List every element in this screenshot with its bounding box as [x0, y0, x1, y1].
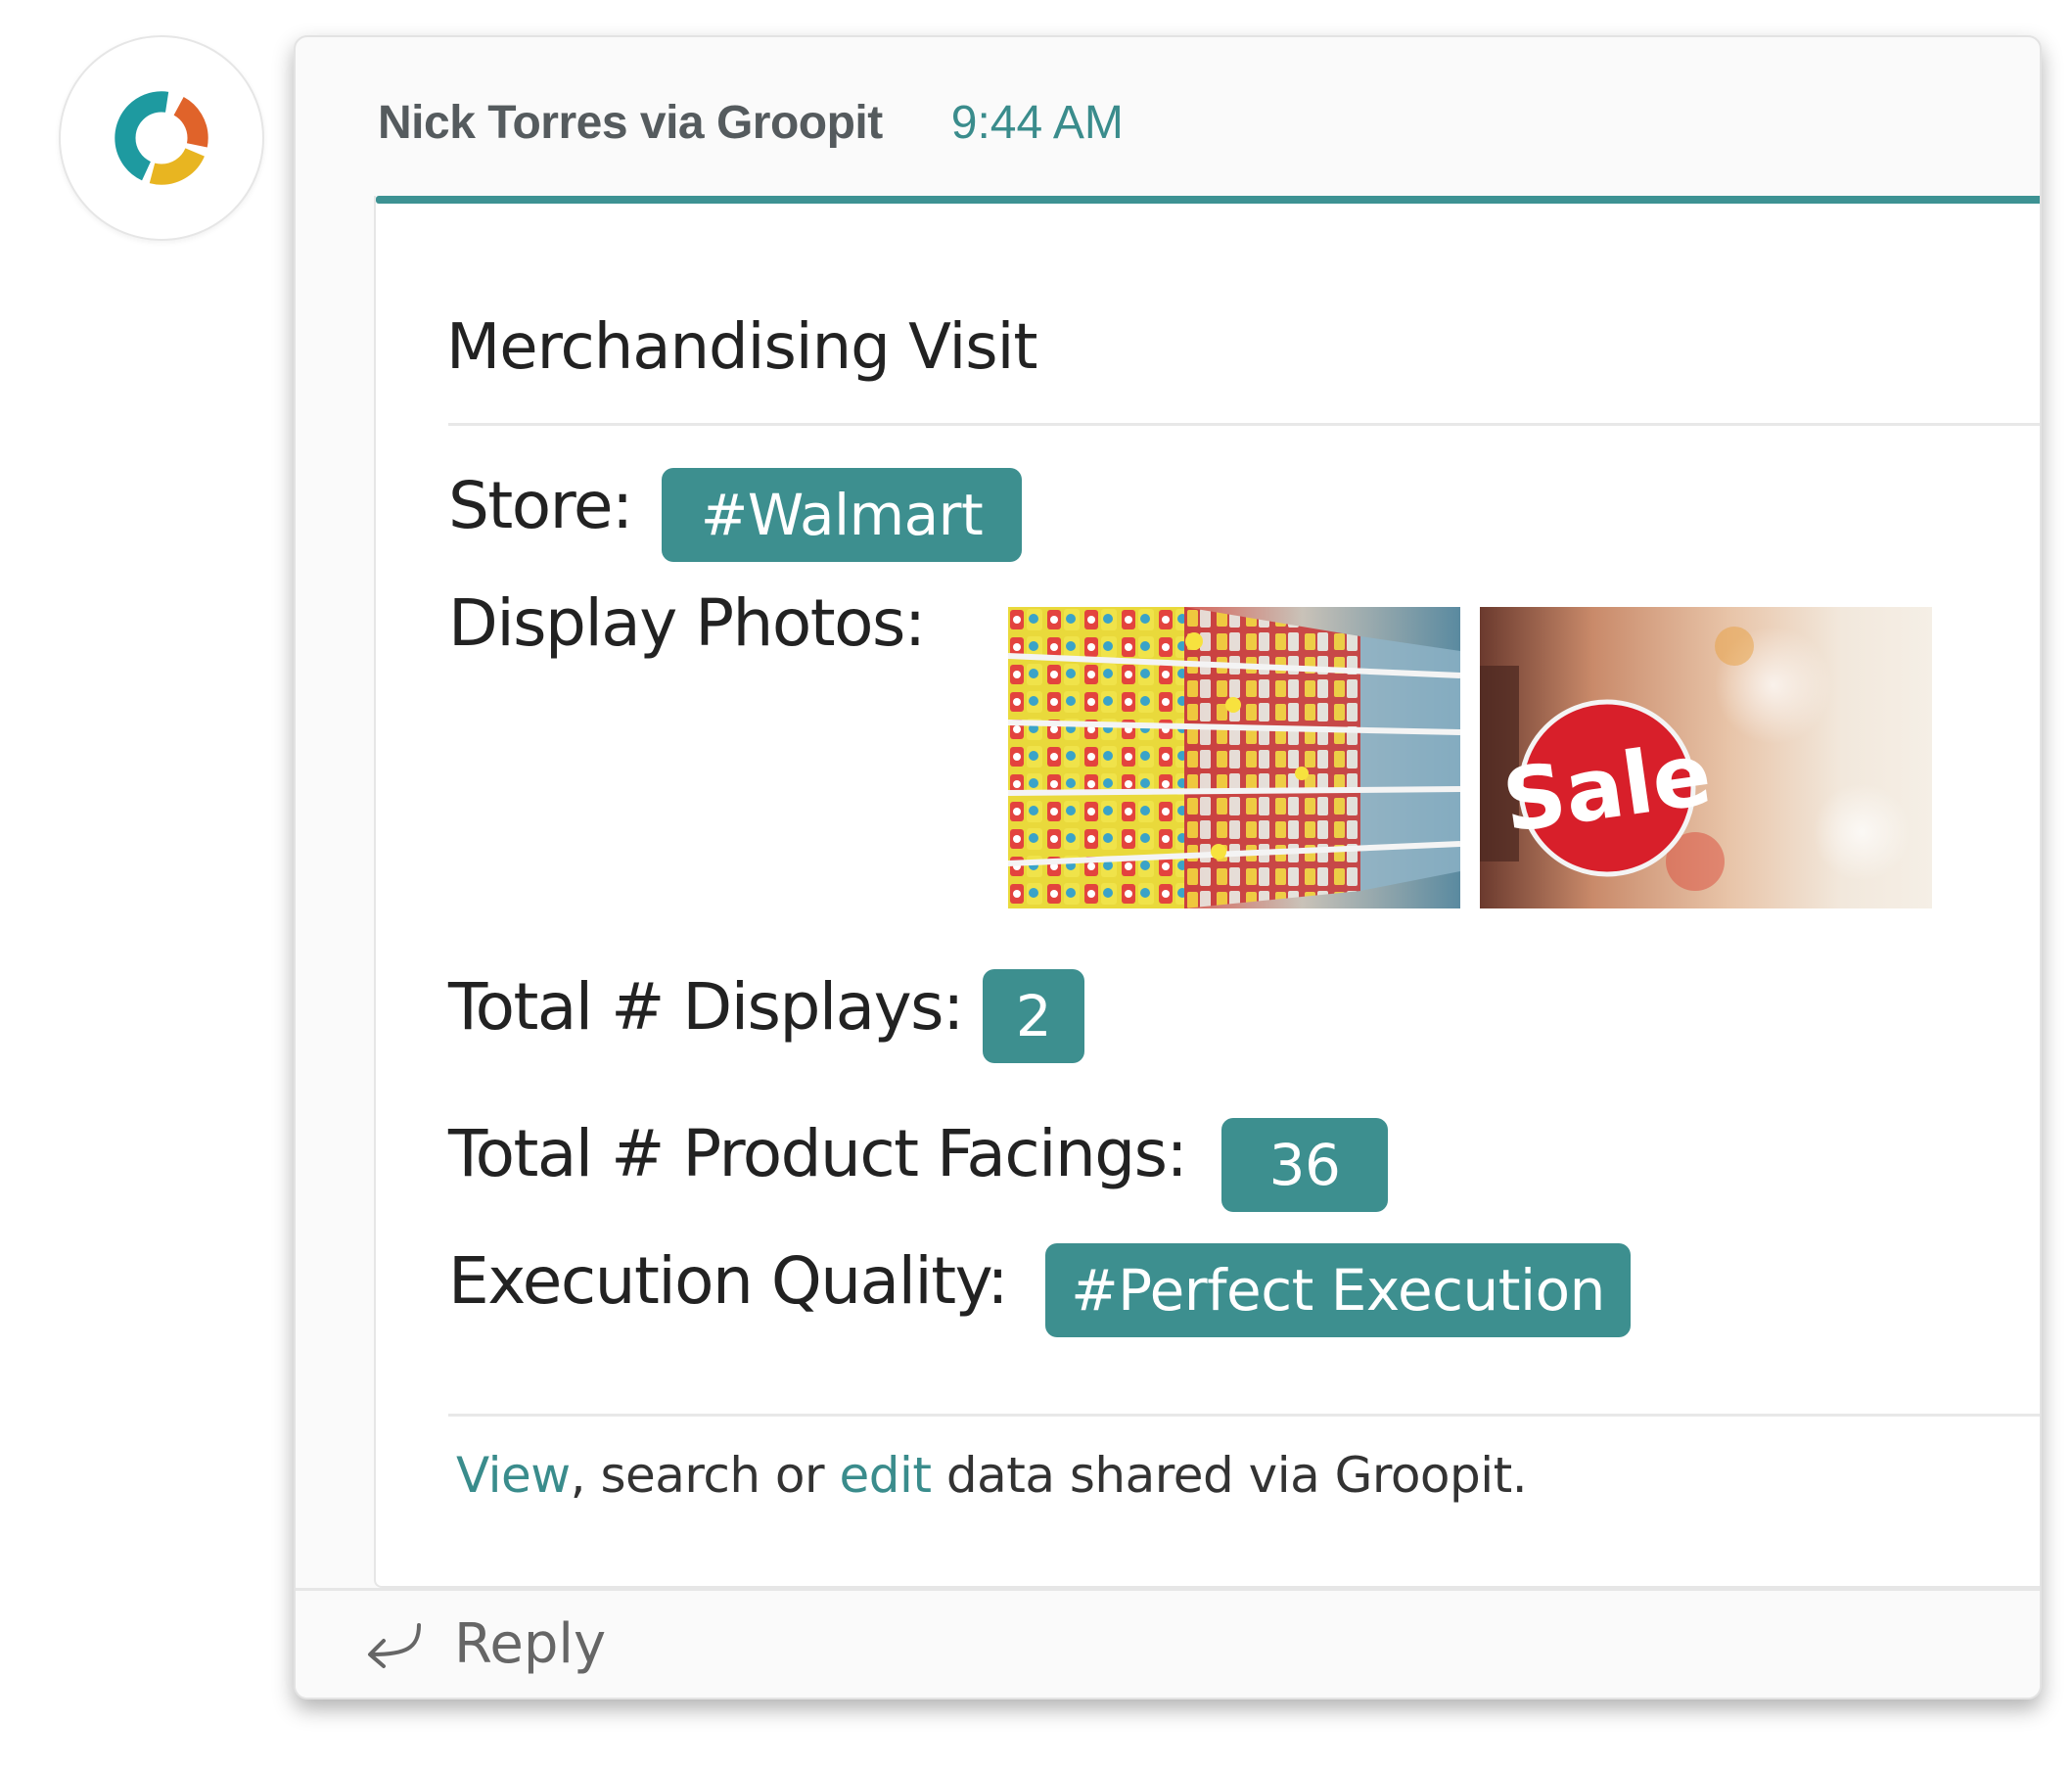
- display-photos-label: Display Photos:: [448, 585, 926, 661]
- execution-quality-label: Execution Quality:: [448, 1243, 1009, 1319]
- stage: Nick Torres via Groopit 9:44 AM Merchand…: [0, 0, 2072, 1769]
- edit-link[interactable]: edit: [839, 1447, 932, 1504]
- attachment-accent-bar: [376, 196, 2040, 204]
- avatar[interactable]: [59, 35, 264, 241]
- title-divider: [448, 423, 2040, 426]
- message-time: 9:44 AM: [950, 97, 1124, 149]
- sender-name[interactable]: Nick Torres via Groopit: [378, 96, 883, 150]
- reply-button[interactable]: Reply: [362, 1612, 606, 1676]
- product-facings-tag[interactable]: 36: [1221, 1118, 1388, 1212]
- reply-label: Reply: [454, 1612, 607, 1676]
- card-title: Merchandising Visit: [446, 311, 1037, 384]
- message-header: Nick Torres via Groopit 9:44 AM: [378, 96, 1124, 150]
- sale-sign-photo[interactable]: Sale: [1480, 607, 1932, 908]
- groopit-logo-icon: [115, 91, 208, 185]
- reply-arrow-icon: [368, 1622, 421, 1668]
- total-displays-label: Total # Displays:: [448, 969, 964, 1045]
- store-label: Store:: [448, 468, 633, 543]
- view-link[interactable]: View: [456, 1447, 571, 1504]
- store-shelves-photo[interactable]: [1008, 607, 1460, 908]
- footer-mid-text: , search or: [570, 1447, 840, 1504]
- footer-divider: [448, 1414, 2040, 1417]
- message-card: Nick Torres via Groopit 9:44 AM Merchand…: [294, 35, 2042, 1699]
- footer-text: View, search or edit data shared via Gro…: [456, 1447, 1528, 1504]
- execution-quality-tag[interactable]: #Perfect Execution: [1045, 1243, 1631, 1337]
- reply-bar: Reply: [296, 1588, 2040, 1698]
- total-displays-tag[interactable]: 2: [983, 969, 1084, 1063]
- product-facings-label: Total # Product Facings:: [448, 1116, 1188, 1191]
- store-tag[interactable]: #Walmart: [662, 468, 1022, 562]
- footer-rest-text: data shared via Groopit.: [931, 1447, 1528, 1504]
- attachment-card: Merchandising Visit Store: #Walmart Disp…: [374, 196, 2040, 1588]
